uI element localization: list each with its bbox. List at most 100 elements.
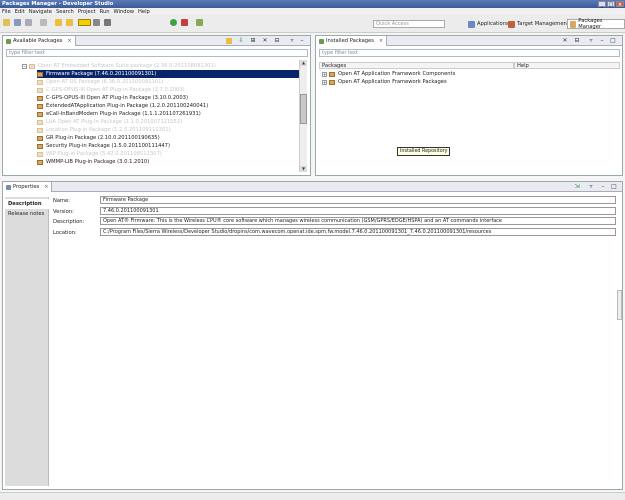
build-icon[interactable] bbox=[66, 19, 73, 26]
tree-row[interactable]: Firmware Package (7.46.0.201100091301) bbox=[37, 70, 299, 78]
tab-properties[interactable]: Properties × bbox=[3, 182, 53, 192]
tree-row[interactable]: + Open AT Application Framework Component… bbox=[322, 70, 455, 78]
perspective-packages-manager[interactable]: Packages Manager bbox=[567, 18, 625, 30]
location-field[interactable]: C:/Program Files/Sierra Wireless/Develop… bbox=[100, 228, 616, 236]
properties-scrollbar[interactable] bbox=[617, 290, 622, 320]
tree-row[interactable]: C-GPS-OPUS-III Open AT Plug-in Package (… bbox=[37, 94, 188, 102]
tab-available-packages[interactable]: Available Packages × bbox=[3, 36, 76, 46]
tree-row[interactable]: + Open AT Application Framework Packages bbox=[322, 78, 447, 86]
minimize-button[interactable]: _ bbox=[598, 1, 606, 8]
menu-edit[interactable]: Edit bbox=[15, 9, 25, 15]
view-menu-icon[interactable]: ▿ bbox=[588, 38, 594, 44]
available-tabstrip: Available Packages × ⇩ ⊞ ✕ ⊟ ▿ – bbox=[3, 36, 310, 46]
new-icon[interactable] bbox=[3, 19, 10, 26]
menu-navigate[interactable]: Navigate bbox=[29, 9, 52, 15]
tree-row[interactable]: Location Plug-in Package (1.2.0.20110911… bbox=[37, 126, 171, 134]
maximize-button[interactable]: □ bbox=[607, 1, 615, 8]
minimize-view-icon[interactable]: – bbox=[600, 184, 606, 190]
install-icon[interactable]: ⇩ bbox=[238, 38, 244, 44]
refresh-icon[interactable] bbox=[226, 38, 232, 44]
column-header-help[interactable]: Help bbox=[514, 62, 620, 69]
collapse-all-icon[interactable]: ⊟ bbox=[274, 38, 280, 44]
close-tab-icon[interactable]: × bbox=[379, 38, 383, 44]
side-tab-release-notes[interactable]: Release notes bbox=[5, 209, 49, 219]
package-icon bbox=[37, 135, 43, 141]
maximize-view-icon[interactable]: □ bbox=[611, 184, 617, 190]
tree-row[interactable]: − Open AT Embedded Software Suite package… bbox=[22, 62, 216, 70]
installed-packages-tree: + Open AT Application Framework Component… bbox=[319, 70, 619, 170]
name-field[interactable]: Firmware Package bbox=[100, 196, 616, 204]
target-selector-icon[interactable] bbox=[78, 19, 91, 26]
tree-row[interactable]: eCall-InBandModem Plug-in Package (1.1.1… bbox=[37, 110, 201, 118]
package-icon bbox=[329, 71, 335, 77]
expand-all-icon[interactable]: ⊞ bbox=[250, 38, 256, 44]
tree-row[interactable]: C-GPS-OPUS-III Open AT Plug-in Package (… bbox=[37, 86, 185, 94]
menu-help[interactable]: Help bbox=[138, 9, 150, 15]
package-icon bbox=[37, 143, 43, 149]
package-icon bbox=[37, 111, 43, 117]
close-tab-icon[interactable]: × bbox=[67, 38, 71, 44]
close-tab-icon[interactable]: × bbox=[44, 184, 48, 190]
installed-repository-tooltip: Installed Repository bbox=[397, 147, 451, 156]
menu-search[interactable]: Search bbox=[56, 9, 74, 15]
maximize-view-icon[interactable]: □ bbox=[610, 38, 616, 44]
package-icon bbox=[29, 63, 35, 69]
dropdown-icon[interactable] bbox=[93, 19, 100, 26]
tree-row[interactable]: LUA Open AT Plug-in Package (1.1.0.20100… bbox=[37, 118, 182, 126]
properties-tabstrip: Properties × ⇲ ▿ – □ bbox=[3, 182, 622, 192]
available-packages-panel: Available Packages × ⇩ ⊞ ✕ ⊟ ▿ – type fi… bbox=[2, 35, 311, 176]
menu-run[interactable]: Run bbox=[100, 9, 110, 15]
properties-icon bbox=[6, 184, 11, 190]
pin-icon[interactable]: ⇲ bbox=[574, 184, 580, 190]
remove-icon[interactable]: ✕ bbox=[562, 38, 568, 44]
wizard-icon[interactable] bbox=[196, 19, 203, 26]
installed-filter-input[interactable]: type filter text bbox=[319, 49, 620, 57]
view-menu-icon[interactable]: ▿ bbox=[289, 38, 295, 44]
target-management-icon bbox=[508, 20, 515, 28]
description-label: Description: bbox=[53, 219, 85, 225]
description-field[interactable]: Open AT® Firmware: This is the Wireless … bbox=[100, 217, 616, 225]
packages-manager-icon bbox=[570, 20, 577, 28]
debug-icon[interactable] bbox=[104, 19, 111, 26]
expand-icon[interactable]: + bbox=[322, 71, 327, 77]
column-header-packages[interactable]: Packages bbox=[319, 62, 514, 69]
tree-row[interactable]: WMMP-LIB Plug-in Package (3.0.1.2010) bbox=[37, 158, 149, 166]
save-icon[interactable] bbox=[14, 19, 21, 26]
package-icon bbox=[37, 119, 43, 125]
perspective-target-management[interactable]: Target Management bbox=[505, 19, 572, 29]
menu-window[interactable]: Window bbox=[114, 9, 134, 15]
run-icon[interactable] bbox=[170, 19, 177, 26]
location-label: Location: bbox=[53, 230, 77, 236]
tab-installed-packages[interactable]: Installed Packages × bbox=[316, 36, 388, 46]
scroll-up-icon[interactable]: ▲ bbox=[300, 60, 307, 66]
tree-row[interactable]: WIP Plug-in Package (5.42.0.201108011307… bbox=[37, 150, 162, 158]
available-filter-input[interactable]: type filter text bbox=[6, 49, 308, 57]
side-tab-description[interactable]: Description bbox=[5, 199, 49, 209]
view-menu-icon[interactable]: ▿ bbox=[588, 184, 594, 190]
tree-row[interactable]: ExtendedATApplication Plug-in Package (1… bbox=[37, 102, 208, 110]
save-all-icon[interactable] bbox=[25, 19, 32, 26]
collapse-icon[interactable]: − bbox=[22, 63, 27, 69]
close-button[interactable]: × bbox=[616, 1, 624, 8]
available-scrollbar[interactable]: ▲ ▼ bbox=[299, 60, 307, 172]
minimize-view-icon[interactable]: – bbox=[599, 38, 605, 44]
tree-row[interactable]: Open AT OS Package (6.36.0.201100091301) bbox=[37, 78, 163, 86]
minimize-view-icon[interactable]: – bbox=[299, 38, 305, 44]
packages-icon bbox=[6, 38, 11, 44]
menu-project[interactable]: Project bbox=[78, 9, 96, 15]
scroll-thumb[interactable] bbox=[300, 94, 307, 124]
scroll-down-icon[interactable]: ▼ bbox=[300, 166, 307, 172]
quick-access-input[interactable]: Quick Access bbox=[373, 20, 445, 28]
collapse-all-icon[interactable]: ⊟ bbox=[574, 38, 580, 44]
external-tools-icon[interactable] bbox=[181, 19, 188, 26]
remove-icon[interactable]: ✕ bbox=[262, 38, 268, 44]
tree-row[interactable]: GR Plug-in Package (2.10.0.201100190635) bbox=[37, 134, 160, 142]
open-folder-icon[interactable] bbox=[55, 19, 62, 26]
package-icon bbox=[37, 127, 43, 133]
applications-icon bbox=[468, 20, 475, 28]
tree-row[interactable]: Security Plug-in Package (1.5.0.20110011… bbox=[37, 142, 170, 150]
print-icon[interactable] bbox=[40, 19, 47, 26]
expand-icon[interactable]: + bbox=[322, 79, 327, 85]
version-field[interactable]: 7.46.0.201100091301 bbox=[100, 207, 616, 215]
menu-file[interactable]: File bbox=[2, 9, 11, 15]
